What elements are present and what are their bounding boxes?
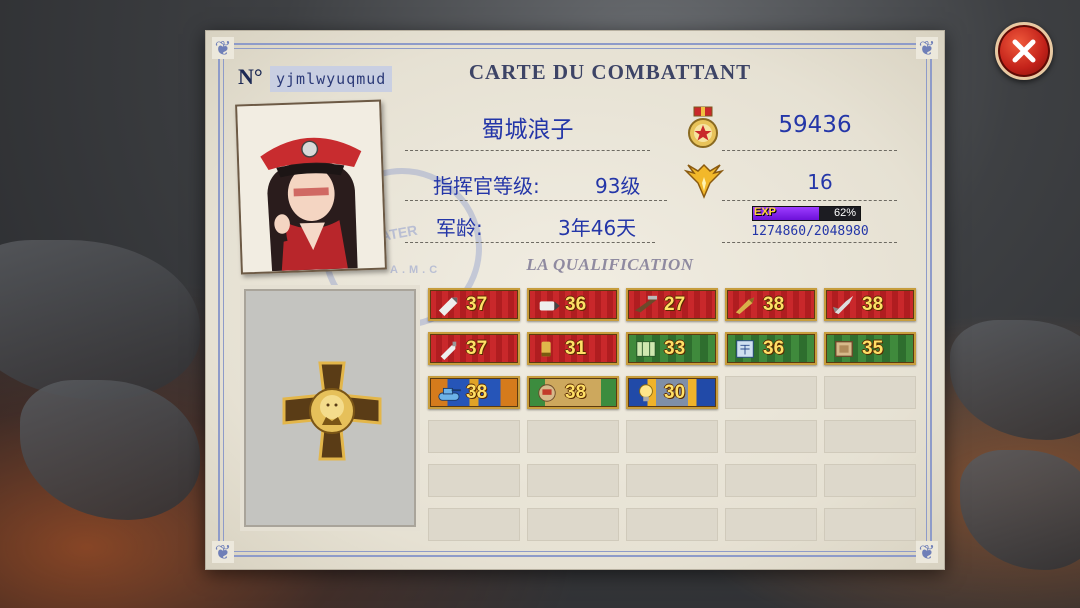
combat-power-value: 59436 (778, 112, 852, 138)
card-title: CARTE DU COMBATTANT (468, 60, 752, 84)
blueprint-icon (727, 334, 763, 363)
background-rock (0, 240, 200, 400)
corner-ornament-icon: ❦ (212, 37, 234, 59)
divider (405, 200, 667, 201)
empty-badge-slot (527, 508, 619, 541)
commander-level-value: 93级 (595, 174, 641, 198)
cartridge-icon (529, 334, 565, 363)
background-rock (960, 450, 1080, 570)
crate-icon (826, 334, 862, 363)
exp-progress-bar: EXP 62% (752, 206, 861, 221)
empty-badge-slot (626, 464, 718, 497)
qualification-title: LA QUALIFICATION (526, 255, 694, 274)
service-age-label: 军龄: (436, 216, 483, 240)
badge-level: 33 (664, 337, 686, 359)
qualification-badge[interactable]: 27 (626, 288, 718, 321)
divider (722, 242, 897, 243)
lion-cross-medal-icon (282, 361, 382, 461)
exp-tag: EXP (754, 206, 777, 218)
empty-badge-slot (824, 420, 916, 453)
lightbulb-icon (628, 378, 664, 407)
rocket-icon (826, 290, 862, 319)
empty-badge-slot (626, 508, 718, 541)
divider (405, 242, 655, 243)
empty-badge-slot (428, 420, 520, 453)
qualification-badge[interactable]: 38 (527, 376, 619, 409)
commander-level-label: 指挥官等级: (433, 174, 540, 198)
badge-level: 36 (763, 337, 785, 359)
divider (722, 200, 897, 201)
empty-badge-slot (428, 464, 520, 497)
badge-level: 27 (664, 293, 686, 315)
empty-badge-slot (428, 508, 520, 541)
background-rock (20, 380, 200, 520)
map-icon (628, 334, 664, 363)
exp-percent: 62% (833, 207, 856, 219)
serial-number: yjmlwyuqmud (270, 66, 392, 92)
rank-eagle-icon (684, 163, 724, 199)
bullet-icon (430, 290, 466, 319)
qualification-badge[interactable]: 37 (428, 288, 520, 321)
qualification-badge[interactable]: 37 (428, 332, 520, 365)
empty-badge-slot (824, 508, 916, 541)
qualification-badge[interactable]: 33 (626, 332, 718, 365)
tank-icon (430, 378, 466, 407)
qualification-badge[interactable]: 38 (428, 376, 520, 409)
empty-badge-slot (725, 464, 817, 497)
badge-level: 37 (466, 293, 488, 315)
badge-level: 38 (466, 381, 488, 403)
avatar-portrait[interactable] (235, 99, 387, 275)
qualification-badge[interactable]: 36 (527, 288, 619, 321)
corner-ornament-icon: ❦ (212, 541, 234, 563)
empty-badge-slot (725, 420, 817, 453)
qualification-badge[interactable]: 30 (626, 376, 718, 409)
exp-value: 1274860/2048980 (751, 224, 869, 239)
close-button[interactable] (995, 22, 1053, 80)
empty-badge-slot (527, 420, 619, 453)
military-rank-value: 16 (807, 170, 833, 194)
qualification-badge[interactable]: 36 (725, 332, 817, 365)
badge-level: 31 (565, 337, 587, 359)
divider (722, 150, 897, 151)
shell-icon (529, 290, 565, 319)
close-icon (1012, 39, 1036, 63)
player-name: 蜀城浪子 (481, 117, 574, 143)
empty-badge-slot (725, 376, 817, 409)
serial-label: N° (238, 64, 263, 89)
divider (405, 150, 650, 151)
empty-badge-slot (824, 464, 916, 497)
qualification-badge[interactable]: 38 (824, 288, 916, 321)
qualification-badge[interactable]: 38 (725, 288, 817, 321)
rifle-icon (628, 290, 664, 319)
badge-level: 37 (466, 337, 488, 359)
corner-ornament-icon: ❦ (916, 37, 938, 59)
badge-level: 30 (664, 381, 686, 403)
empty-badge-slot (527, 464, 619, 497)
corner-ornament-icon: ❦ (916, 541, 938, 563)
medal-icon (688, 106, 718, 148)
service-age-value: 3年46天 (558, 216, 637, 240)
turret-icon (529, 378, 565, 407)
badge-level: 38 (763, 293, 785, 315)
empty-badge-slot (824, 376, 916, 409)
qualification-badge[interactable]: 31 (527, 332, 619, 365)
badge-level: 35 (862, 337, 884, 359)
badge-level: 38 (565, 381, 587, 403)
badge-level: 36 (565, 293, 587, 315)
avatar-image (237, 101, 385, 273)
qualification-badge[interactable]: 35 (824, 332, 916, 365)
bottle-icon (430, 334, 466, 363)
cannon-shell-icon (727, 290, 763, 319)
empty-badge-slot (626, 420, 718, 453)
background-rock (950, 320, 1080, 440)
empty-badge-slot (725, 508, 817, 541)
decoration-panel[interactable] (240, 285, 420, 531)
stamp-text: A.M.C (390, 264, 442, 276)
badge-level: 38 (862, 293, 884, 315)
